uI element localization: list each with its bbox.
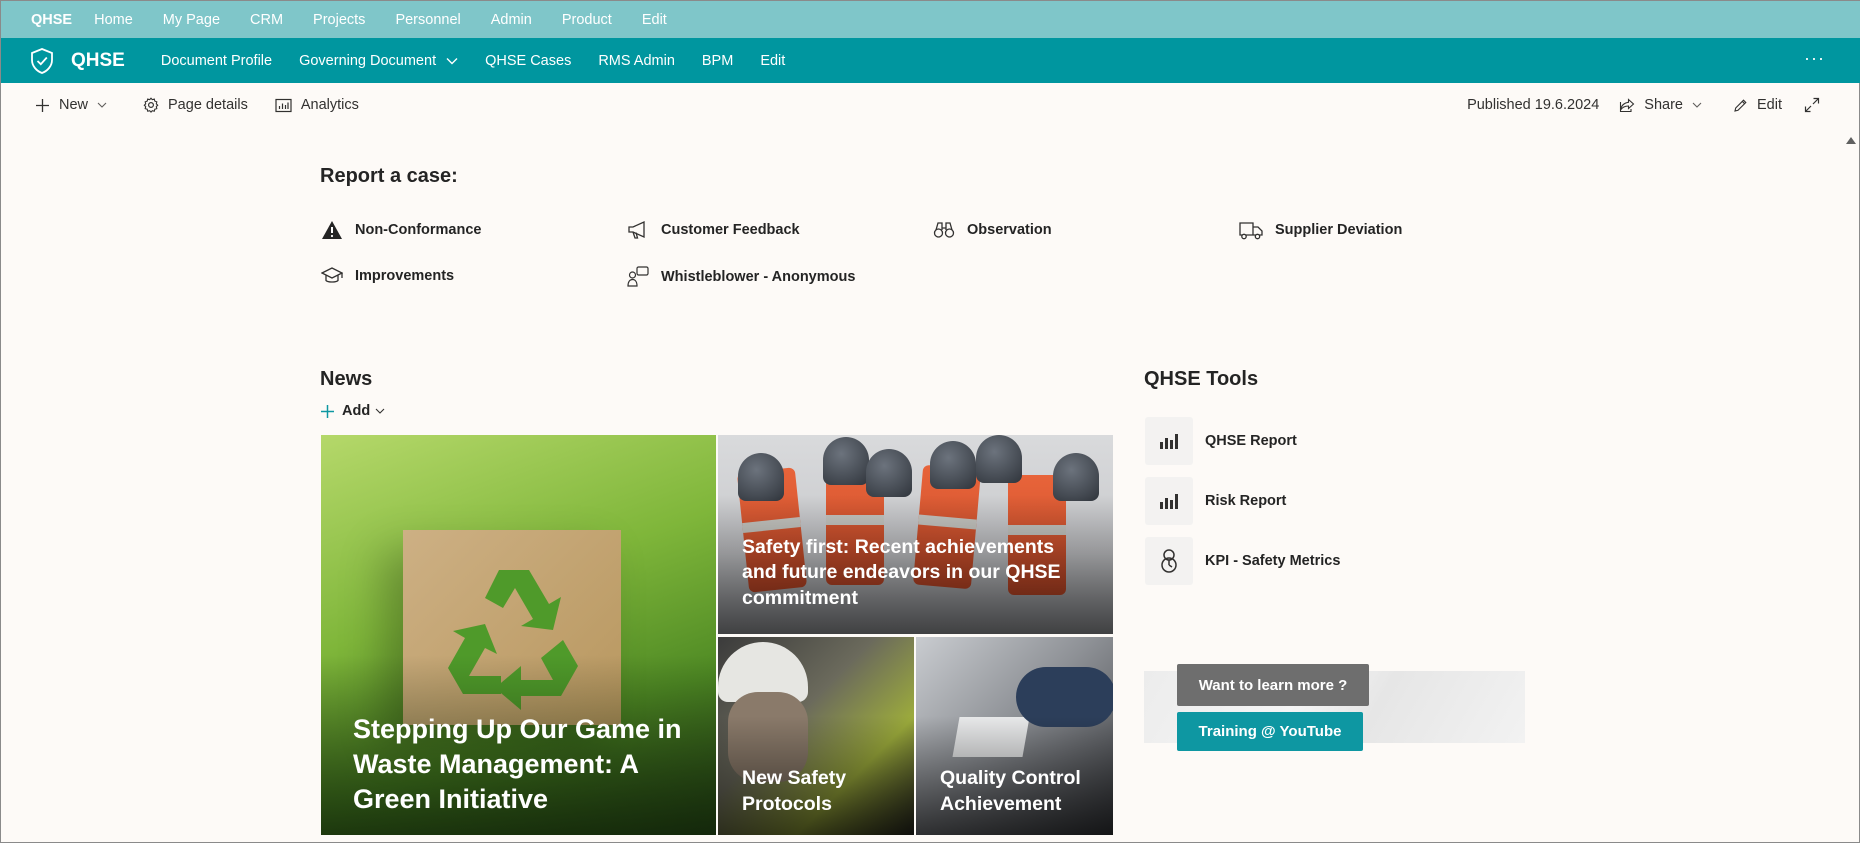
warning-icon (322, 221, 342, 239)
page-details-button[interactable]: Page details (143, 97, 248, 113)
graduation-cap-icon (321, 267, 343, 283)
edit-button[interactable]: Edit (1733, 97, 1782, 113)
site-header: QHSE Document Profile Governing Document… (1, 38, 1860, 83)
site-nav-label: Edit (760, 52, 786, 69)
new-button-label: New (59, 97, 89, 113)
site-nav-label: BPM (701, 52, 734, 69)
megaphone-icon (628, 220, 645, 239)
helmet-image (976, 435, 1022, 483)
news-add-button[interactable]: Add (320, 403, 392, 419)
hub-nav-my-page[interactable]: My Page (163, 12, 220, 28)
plus-icon (36, 98, 49, 112)
site-nav-bpm[interactable]: BPM (702, 53, 733, 69)
share-button[interactable]: Share (1619, 97, 1711, 113)
expand-icon[interactable] (1804, 97, 1829, 113)
hub-nav-product[interactable]: Product (562, 12, 612, 28)
hub-nav-projects[interactable]: Projects (313, 12, 365, 28)
case-label: Whistleblower - Anonymous (661, 269, 856, 285)
share-label: Share (1644, 97, 1683, 113)
report-case-heading: Report a case: (320, 165, 458, 187)
gear-icon (143, 97, 159, 113)
more-options-icon[interactable]: ··· (1804, 48, 1825, 69)
tool-risk-report-link[interactable]: Risk Report (1145, 477, 1286, 525)
training-youtube-button[interactable]: Training @ YouTube (1177, 712, 1363, 751)
helmet-image (866, 449, 912, 497)
news-tile-quality-control[interactable]: Quality Control Achievement (916, 637, 1113, 835)
people-chat-icon (627, 266, 649, 287)
tool-label: QHSE Report (1205, 433, 1297, 449)
site-nav-document-profile[interactable]: Document Profile (161, 53, 272, 69)
case-label: Improvements (355, 268, 455, 284)
edit-label: Edit (1757, 97, 1782, 113)
site-nav-rms-admin[interactable]: RMS Admin (598, 53, 675, 69)
news-tile-safety-first[interactable]: Safety first: Recent achievements and fu… (718, 435, 1113, 634)
site-nav-label: Governing Document (299, 52, 437, 69)
helmet-image (823, 437, 869, 485)
site-nav-qhse-cases[interactable]: QHSE Cases (485, 53, 571, 69)
case-label: Observation (967, 222, 1052, 238)
chevron-down-icon (446, 57, 458, 65)
news-tile-title: Stepping Up Our Game in Waste Management… (353, 713, 682, 814)
hub-nav-personnel[interactable]: Personnel (395, 12, 460, 28)
pencil-icon (1734, 98, 1747, 112)
site-nav-label: RMS Admin (598, 52, 675, 69)
plus-icon (321, 404, 334, 418)
command-bar: New Page details Analytics Published 19.… (1, 83, 1860, 127)
hub-nav-admin[interactable]: Admin (491, 12, 532, 28)
analytics-icon (275, 98, 292, 112)
tool-label: KPI - Safety Metrics (1205, 553, 1341, 569)
published-date: Published 19.6.2024 (1467, 97, 1600, 113)
case-label: Supplier Deviation (1275, 222, 1403, 238)
shield-check-icon[interactable] (29, 47, 55, 75)
truck-icon (1239, 222, 1263, 240)
site-title[interactable]: QHSE (71, 50, 125, 72)
site-nav-edit[interactable]: Edit (760, 53, 785, 69)
hub-nav-crm[interactable]: CRM (250, 12, 283, 28)
site-nav-label: QHSE Cases (485, 52, 572, 69)
case-customer-feedback-link[interactable]: Customer Feedback (627, 220, 800, 240)
qhse-tools-heading: QHSE Tools (1144, 368, 1259, 390)
site-nav-label: Document Profile (160, 52, 273, 69)
case-whistleblower-link[interactable]: Whistleblower - Anonymous (627, 266, 855, 288)
analytics-label: Analytics (300, 97, 359, 113)
chevron-down-icon (97, 102, 116, 108)
gauge-icon (1145, 537, 1193, 585)
tool-qhse-report-link[interactable]: QHSE Report (1145, 417, 1297, 465)
scrollbar-up-arrow[interactable] (1846, 137, 1856, 144)
new-button[interactable]: New (35, 97, 116, 113)
site-nav-governing-document[interactable]: Governing Document (299, 53, 458, 69)
page-details-label: Page details (168, 97, 248, 113)
news-tile-safety-protocols[interactable]: New Safety Protocols (718, 637, 914, 835)
case-observation-link[interactable]: Observation (933, 220, 1052, 240)
helmet-image (930, 441, 976, 489)
news-tile-title: New Safety Protocols (742, 767, 847, 815)
share-icon (1620, 97, 1635, 112)
analytics-button[interactable]: Analytics (275, 97, 359, 113)
hub-nav-home[interactable]: Home (94, 12, 133, 28)
want-to-learn-more-label: Want to learn more ? (1177, 664, 1369, 706)
hub-navigation-bar: QHSE Home My Page CRM Projects Personnel… (1, 1, 1860, 38)
tool-kpi-safety-metrics-link[interactable]: KPI - Safety Metrics (1145, 537, 1340, 585)
news-heading: News (320, 368, 373, 390)
hub-home-link[interactable]: QHSE (31, 12, 72, 28)
bar-chart-icon (1145, 417, 1193, 465)
case-non-conformance-link[interactable]: Non-Conformance (321, 220, 481, 240)
binoculars-icon (933, 222, 955, 238)
news-tile-title: Safety first: Recent achievements and fu… (742, 536, 1061, 609)
news-add-label: Add (342, 403, 371, 419)
case-supplier-deviation-link[interactable]: Supplier Deviation (1239, 220, 1402, 240)
chevron-down-icon (375, 408, 392, 414)
case-improvements-link[interactable]: Improvements (321, 266, 454, 286)
news-tile-title: Quality Control Achievement (940, 767, 1081, 815)
case-label: Non-Conformance (355, 222, 482, 238)
command-bar-right: Published 19.6.2024 Share Edit (1467, 83, 1829, 127)
news-tile-waste-management[interactable]: Stepping Up Our Game in Waste Management… (321, 435, 716, 835)
hub-nav-edit[interactable]: Edit (642, 12, 667, 28)
bar-chart-icon (1145, 477, 1193, 525)
case-label: Customer Feedback (661, 222, 800, 238)
tool-label: Risk Report (1205, 493, 1287, 509)
chevron-down-icon (1692, 102, 1711, 108)
